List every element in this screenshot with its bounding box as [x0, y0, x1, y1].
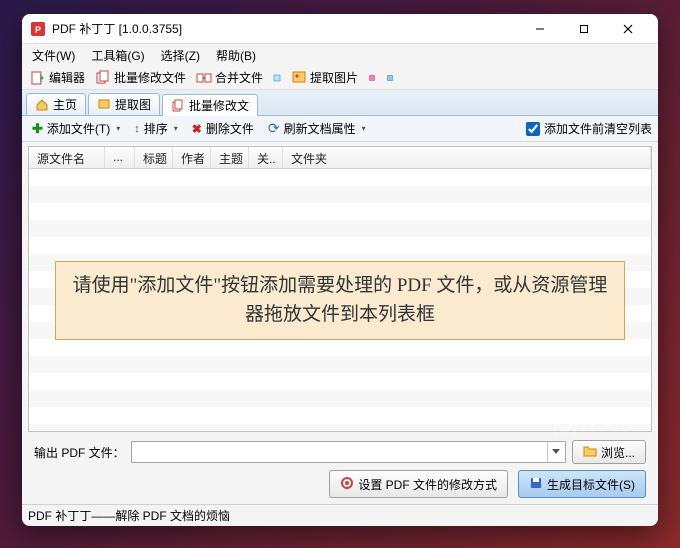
extract-tab-icon: [97, 98, 111, 112]
window-title: PDF 补丁丁 [1.0.0.3755]: [52, 20, 518, 37]
settings-button[interactable]: 设置 PDF 文件的修改方式: [329, 470, 508, 498]
combo-dropdown-button[interactable]: [547, 442, 565, 462]
gear-icon: [340, 476, 354, 493]
tb-extract-img[interactable]: 提取图片: [287, 67, 362, 88]
extract-img-icon: [291, 70, 307, 86]
file-listview[interactable]: 源文件名 ... 标题 作者 主题 关.. 文件夹 请使用"添加文件"按钮添加需…: [28, 146, 652, 432]
tb-unknown1[interactable]: [269, 70, 285, 86]
main-toolbar: 编辑器 批量修改文件 合并文件 提取图片: [22, 66, 658, 90]
delete-label: 删除文件: [206, 120, 254, 137]
content-area: 源文件名 ... 标题 作者 主题 关.. 文件夹 请使用"添加文件"按钮添加需…: [22, 142, 658, 504]
tb-extra1[interactable]: [364, 70, 380, 86]
app-window: P PDF 补丁丁 [1.0.0.3755] 文件(W) 工具箱(G) 选择(Z…: [22, 14, 658, 526]
clear-list-checkbox-input[interactable]: [526, 122, 540, 136]
tab-extract[interactable]: 提取图: [88, 93, 160, 115]
bottom-area: 输出 PDF 文件： 浏览... 设置 PDF 文件的修改方式: [28, 432, 652, 504]
tb-merge-label: 合并文件: [215, 69, 263, 86]
maximize-button[interactable]: [562, 15, 606, 43]
generate-label: 生成目标文件(S): [547, 476, 635, 493]
sort-button[interactable]: ↕ 排序 ▾: [130, 118, 182, 139]
refresh-label: 刷新文档属性: [284, 120, 356, 137]
add-files-button[interactable]: ✚ 添加文件(T) ▾: [28, 118, 124, 139]
tb-batch-label: 批量修改文件: [114, 69, 186, 86]
batch-icon: [95, 70, 111, 86]
tab-batch-label: 批量修改文: [189, 97, 249, 114]
empty-hint: 请使用"添加文件"按钮添加需要处理的 PDF 文件，或从资源管理器拖放文件到本列…: [55, 261, 625, 340]
clear-list-label: 添加文件前清空列表: [544, 120, 652, 137]
refresh-icon: ⟳: [268, 120, 280, 137]
tab-strip: 主页 提取图 批量修改文: [22, 90, 658, 116]
status-text: PDF 补丁丁——解除 PDF 文档的烦恼: [28, 507, 230, 524]
browse-button[interactable]: 浏览...: [572, 440, 646, 464]
tb-extract-label: 提取图片: [310, 69, 358, 86]
col-ext[interactable]: ...: [105, 147, 135, 168]
menu-select[interactable]: 选择(Z): [155, 45, 206, 66]
plus-icon: ✚: [32, 121, 43, 137]
col-folder[interactable]: 文件夹: [283, 147, 651, 168]
output-path-combo[interactable]: [131, 441, 566, 463]
col-keywords[interactable]: 关..: [249, 147, 283, 168]
folder-icon: [583, 445, 597, 460]
tb-batch-modify[interactable]: 批量修改文件: [91, 67, 190, 88]
col-filename[interactable]: 源文件名: [29, 147, 105, 168]
tab-home[interactable]: 主页: [26, 93, 86, 115]
titlebar[interactable]: P PDF 补丁丁 [1.0.0.3755]: [22, 14, 658, 44]
chevron-down-icon: [552, 449, 560, 455]
app-icon: P: [30, 21, 46, 37]
editor-icon: [30, 70, 46, 86]
tb-editor-label: 编辑器: [49, 69, 85, 86]
generate-button[interactable]: 生成目标文件(S): [518, 470, 646, 498]
chevron-down-icon: ▾: [362, 124, 366, 133]
clear-list-checkbox[interactable]: 添加文件前清空列表: [526, 120, 652, 137]
settings-label: 设置 PDF 文件的修改方式: [358, 476, 497, 493]
menubar: 文件(W) 工具箱(G) 选择(Z) 帮助(B): [22, 44, 658, 66]
close-button[interactable]: [606, 15, 650, 43]
col-author[interactable]: 作者: [173, 147, 211, 168]
listview-body[interactable]: 请使用"添加文件"按钮添加需要处理的 PDF 文件，或从资源管理器拖放文件到本列…: [29, 169, 651, 431]
x-icon: ✖: [192, 122, 202, 136]
sort-icon: ↕: [134, 123, 140, 135]
delete-files-button[interactable]: ✖ 删除文件: [188, 118, 258, 139]
tb-merge[interactable]: 合并文件: [192, 67, 267, 88]
sort-label: 排序: [144, 120, 168, 137]
refresh-props-button[interactable]: ⟳ 刷新文档属性 ▾: [264, 118, 370, 139]
save-icon: [529, 476, 543, 493]
chevron-down-icon: ▾: [116, 124, 120, 133]
col-title[interactable]: 标题: [135, 147, 173, 168]
col-subject[interactable]: 主题: [211, 147, 249, 168]
menu-tools[interactable]: 工具箱(G): [85, 45, 150, 66]
merge-icon: [196, 70, 212, 86]
batch-tab-icon: [171, 99, 185, 113]
tb-extra2[interactable]: [382, 70, 398, 86]
listview-header: 源文件名 ... 标题 作者 主题 关.. 文件夹: [29, 147, 651, 169]
tab-extract-label: 提取图: [115, 96, 151, 113]
chevron-down-icon: ▾: [174, 124, 178, 133]
minimize-button[interactable]: [518, 15, 562, 43]
tb-editor[interactable]: 编辑器: [26, 67, 89, 88]
svg-text:P: P: [35, 25, 41, 35]
browse-label: 浏览...: [601, 444, 635, 461]
tab-home-label: 主页: [53, 96, 77, 113]
output-label: 输出 PDF 文件：: [34, 444, 125, 461]
add-files-label: 添加文件(T): [47, 120, 110, 137]
menu-help[interactable]: 帮助(B): [210, 45, 262, 66]
tab-toolbar: ✚ 添加文件(T) ▾ ↕ 排序 ▾ ✖ 删除文件 ⟳ 刷新文档属性 ▾ 添加文…: [22, 116, 658, 142]
statusbar: PDF 补丁丁——解除 PDF 文档的烦恼: [22, 504, 658, 526]
tab-batch[interactable]: 批量修改文: [162, 94, 258, 116]
menu-file[interactable]: 文件(W): [26, 45, 81, 66]
home-icon: [35, 98, 49, 112]
